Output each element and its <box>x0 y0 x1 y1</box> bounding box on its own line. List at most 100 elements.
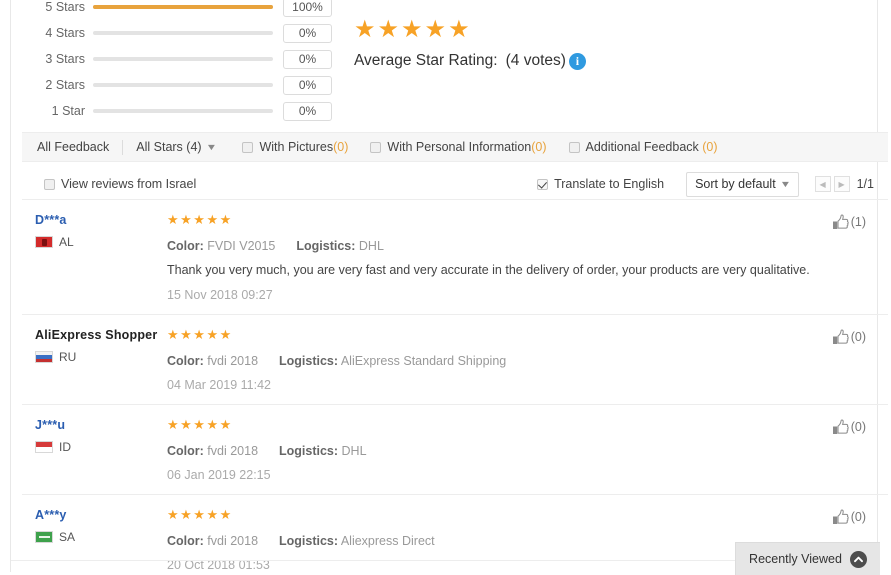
review-star-rating: ★★★★★ <box>167 327 233 342</box>
product-reviews-page: 5 Stars 100% 4 Stars 0% 3 Stars 0% 2 Sta… <box>0 0 891 575</box>
rating-summary: 5 Stars 100% 4 Stars 0% 3 Stars 0% 2 Sta… <box>11 0 877 124</box>
thumbs-up-icon[interactable] <box>832 419 849 435</box>
average-star-icons: ★★★★★ <box>354 16 472 43</box>
color-label: Color: <box>167 534 204 548</box>
helpful-count: (0) <box>850 420 866 434</box>
checkbox-with-pictures[interactable] <box>242 141 254 153</box>
reviewer-country: SA <box>35 530 165 544</box>
chevron-down-icon: ▼ <box>779 179 791 189</box>
reviews-toolbar: View reviews from Israel Translate to En… <box>22 170 888 198</box>
chevron-up-icon[interactable] <box>849 550 867 568</box>
review-body: ★★★★★ Color: fvdi 2018 Logistics: DHL 06… <box>167 417 874 482</box>
recently-viewed-tab[interactable]: Recently Viewed <box>735 542 880 575</box>
reviewer-name[interactable]: J***u <box>35 418 165 432</box>
filter-additional-feedback-count-value: (0) <box>702 140 718 154</box>
review-attributes: Color: fvdi 2018 Logistics: DHL <box>167 444 874 458</box>
reviewer-country: RU <box>35 350 165 364</box>
average-rating-block: ★★★★★ Average Star Rating: (4 votes) i <box>354 16 586 70</box>
rating-bar-percent: 0% <box>283 23 332 43</box>
color-label: Color: <box>167 354 204 368</box>
next-page-button[interactable]: ▶ <box>833 176 850 192</box>
rating-bar-row: 2 Stars 0% <box>31 72 341 98</box>
reviewer-name[interactable]: A***y <box>35 508 165 522</box>
flag-icon-sa <box>35 531 53 543</box>
info-icon[interactable]: i <box>568 52 586 70</box>
review-user: D***a AL <box>35 213 165 249</box>
reviewer-country-code: AL <box>59 235 74 249</box>
logistics-label: Logistics: <box>279 354 339 368</box>
review-helpful[interactable]: (0) <box>832 329 866 345</box>
rating-bar-row: 4 Stars 0% <box>31 20 341 46</box>
reviews-panel: 5 Stars 100% 4 Stars 0% 3 Stars 0% 2 Sta… <box>10 0 888 572</box>
filter-with-pictures-label: With Pictures <box>259 140 334 154</box>
flag-icon-id <box>35 441 53 453</box>
review-user: J***u ID <box>35 418 165 454</box>
filter-with-pictures-count: (0) <box>333 140 349 154</box>
prev-page-button[interactable]: ◀ <box>814 176 831 192</box>
sort-by-dropdown[interactable]: Sort by default ▼ <box>686 171 799 197</box>
view-reviews-from-country-label: View reviews from Israel <box>61 177 197 191</box>
checkbox-translate-to-english[interactable] <box>537 178 549 190</box>
review-body: ★★★★★ Color: fvdi 2018 Logistics: AliExp… <box>167 327 874 392</box>
review-text: Thank you very much, you are very fast a… <box>167 263 810 277</box>
review-date: 06 Jan 2019 22:15 <box>167 468 271 482</box>
rating-bar-row: 1 Star 0% <box>31 98 341 124</box>
rating-bar-label: 3 Stars <box>45 52 85 66</box>
review-star-rating: ★★★★★ <box>167 417 233 432</box>
filter-additional-feedback[interactable]: Additional Feedback (0) <box>568 140 718 154</box>
filter-all-feedback[interactable]: All Feedback <box>37 140 122 154</box>
average-rating-line: Average Star Rating: (4 votes) i <box>354 52 586 70</box>
review-helpful[interactable]: (0) <box>832 509 866 525</box>
review-user: AliExpress Shopper RU <box>35 328 165 364</box>
review-item: AliExpress Shopper RU ★★★★★ Color: fvdi … <box>22 315 888 405</box>
checkbox-additional-feedback[interactable] <box>568 141 580 153</box>
logistics-value: DHL <box>358 239 384 253</box>
flag-icon-al <box>35 236 53 248</box>
vote-count: (4 votes) <box>505 52 566 69</box>
helpful-count: (0) <box>850 510 866 524</box>
rating-bar-track <box>93 83 273 87</box>
flag-icon-ru <box>35 351 53 363</box>
sort-by-label: Sort by default <box>695 177 776 191</box>
review-star-rating: ★★★★★ <box>167 212 233 227</box>
reviewer-name[interactable]: D***a <box>35 213 165 227</box>
rating-bar-percent: 0% <box>283 49 332 69</box>
review-attributes: Color: fvdi 2018 Logistics: AliExpress S… <box>167 354 874 368</box>
thumbs-up-icon[interactable] <box>832 329 849 345</box>
review-user: A***y SA <box>35 508 165 544</box>
checkbox-view-reviews-from-country[interactable] <box>44 178 55 190</box>
review-helpful[interactable]: (0) <box>832 419 866 435</box>
filter-all-stars-dropdown[interactable]: All Stars (4) ▼ <box>123 140 221 154</box>
logistics-label: Logistics: <box>296 239 356 253</box>
rating-breakdown-bars: 5 Stars 100% 4 Stars 0% 3 Stars 0% 2 Sta… <box>31 0 341 124</box>
logistics-label: Logistics: <box>279 444 339 458</box>
filter-additional-feedback-label: Additional Feedback <box>585 140 699 154</box>
translate-to-english[interactable]: Translate to English <box>537 177 664 191</box>
filter-with-personal-information[interactable]: With Personal Information (0) <box>370 140 547 154</box>
view-reviews-from-country[interactable]: View reviews from Israel <box>44 177 196 191</box>
review-attributes: Color: FVDI V2015 Logistics: DHL <box>167 239 874 253</box>
color-value: fvdi 2018 <box>207 534 259 548</box>
logistics-label: Logistics: <box>279 534 339 548</box>
recently-viewed-label: Recently Viewed <box>749 552 842 566</box>
filter-with-pictures[interactable]: With Pictures (0) <box>242 140 348 154</box>
rating-bar-track <box>93 31 273 35</box>
review-body: ★★★★★ Color: FVDI V2015 Logistics: DHL T… <box>167 212 874 302</box>
logistics-value: AliExpress Standard Shipping <box>340 354 507 368</box>
feedback-filter-bar: All Feedback All Stars (4) ▼ With Pictur… <box>22 132 888 162</box>
checkbox-with-personal-information[interactable] <box>370 141 382 153</box>
reviewer-country-code: RU <box>59 350 77 364</box>
thumbs-up-icon[interactable] <box>832 214 849 230</box>
reviewer-country-code: ID <box>59 440 71 454</box>
filter-all-stars-label: All Stars (4) <box>136 140 202 154</box>
review-item: J***u ID ★★★★★ Color: fvdi 2018 Logistic… <box>22 405 888 495</box>
helpful-count: (1) <box>850 215 866 229</box>
rating-bar-row: 3 Stars 0% <box>31 46 341 72</box>
review-date: 15 Nov 2018 09:27 <box>167 288 273 302</box>
color-label: Color: <box>167 239 204 253</box>
reviewer-name: AliExpress Shopper <box>35 328 158 342</box>
pagination: ◀ ▶ 1/1 <box>814 176 874 192</box>
rating-bar-percent: 0% <box>283 101 332 121</box>
thumbs-up-icon[interactable] <box>832 509 849 525</box>
review-helpful[interactable]: (1) <box>832 214 866 230</box>
